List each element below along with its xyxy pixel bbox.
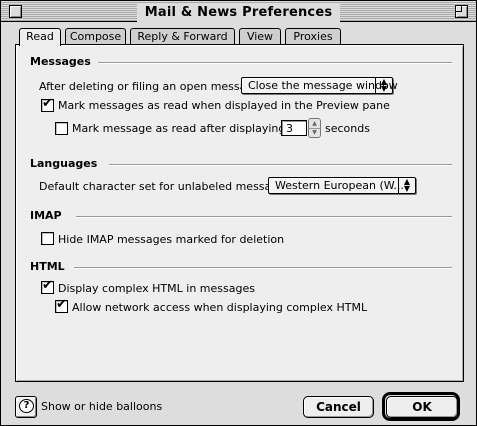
mark-read-after-checkbox[interactable] (55, 122, 68, 135)
preferences-window: Mail & News Preferences Read Compose Rep… (0, 0, 477, 426)
allow-network-access-checkbox[interactable]: ✔ (55, 297, 68, 313)
popup-arrows-icon: ▲ ▼ (375, 78, 392, 93)
help-balloon-icon: ? (19, 399, 34, 413)
ok-button[interactable]: OK (386, 396, 458, 418)
default-charset-popup[interactable]: Western European (W... ▲ ▼ (268, 177, 416, 194)
tab-compose[interactable]: Compose (65, 28, 126, 45)
after-delete-label: After deleting or filing an open message… (39, 80, 264, 93)
window-title: Mail & News Preferences (136, 3, 341, 23)
help-balloon-button[interactable]: ? (15, 396, 37, 418)
html-heading: HTML (30, 260, 65, 273)
checkmark-icon: ✔ (42, 96, 53, 111)
messages-divider (98, 62, 452, 64)
tab-view[interactable]: View (239, 28, 281, 45)
checkmark-icon: ✔ (42, 278, 53, 293)
popup-arrows-icon: ▲ ▼ (398, 178, 415, 193)
read-panel: Messages After deleting or filing an ope… (15, 44, 464, 382)
hide-imap-deleted-label: Hide IMAP messages marked for deletion (58, 233, 285, 246)
zoom-box-icon[interactable] (455, 5, 468, 18)
tab-read[interactable]: Read (19, 28, 61, 46)
imap-heading: IMAP (30, 209, 62, 222)
tab-reply-forward[interactable]: Reply & Forward (130, 28, 235, 45)
after-delete-popup[interactable]: Close the message window ▲ ▼ (241, 77, 398, 94)
default-charset-label: Default character set for unlabeled mess… (39, 180, 295, 193)
close-box-icon[interactable] (9, 5, 22, 18)
imap-divider (76, 216, 452, 218)
allow-network-access-label: Allow network access when displaying com… (72, 301, 368, 314)
seconds-stepper[interactable]: ▲ ▼ (308, 118, 321, 138)
hide-imap-deleted-checkbox[interactable] (41, 232, 54, 245)
seconds-unit-label: seconds (325, 122, 370, 135)
html-divider (74, 267, 452, 269)
default-charset-value: Western European (W... (275, 179, 404, 192)
languages-heading: Languages (30, 157, 98, 170)
seconds-input[interactable]: 3 (281, 120, 307, 136)
checkmark-icon: ✔ (56, 297, 67, 312)
display-complex-html-checkbox[interactable]: ✔ (41, 278, 54, 294)
mark-read-preview-checkbox[interactable]: ✔ (41, 96, 54, 112)
title-bar[interactable]: Mail & News Preferences (1, 1, 476, 23)
tab-proxies[interactable]: Proxies (285, 28, 341, 45)
mark-read-after-label: Mark message as read after displaying fo… (72, 122, 304, 135)
mark-read-preview-label: Mark messages as read when displayed in … (58, 99, 390, 112)
display-complex-html-label: Display complex HTML in messages (58, 282, 255, 295)
stepper-down-icon[interactable]: ▼ (309, 128, 320, 137)
languages-divider (109, 164, 452, 166)
messages-heading: Messages (30, 55, 91, 68)
cancel-button[interactable]: Cancel (303, 396, 374, 418)
balloons-label: Show or hide balloons (41, 400, 163, 413)
